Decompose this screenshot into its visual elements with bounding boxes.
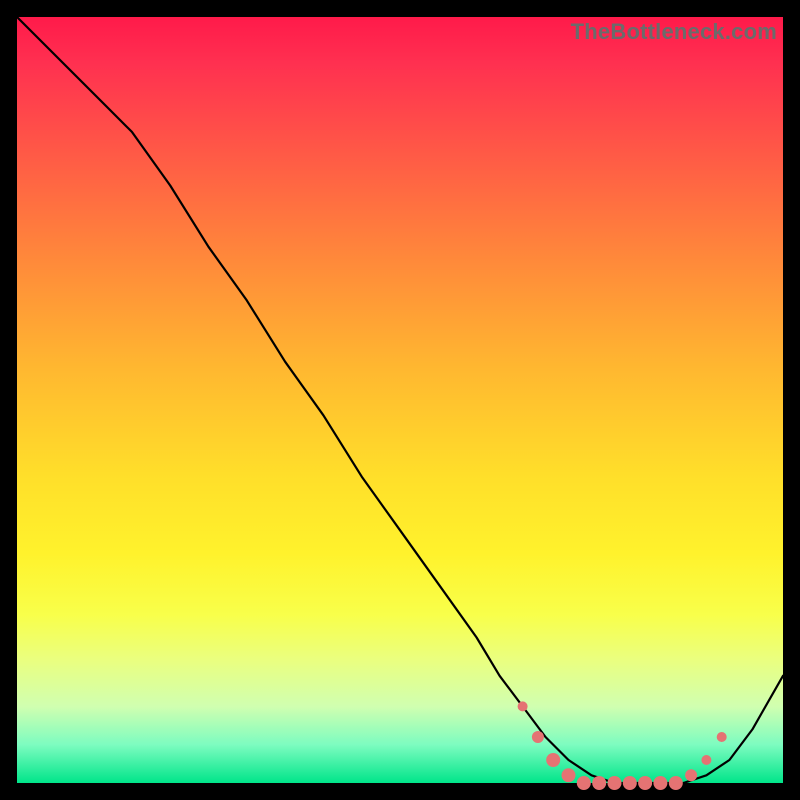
trough-dot bbox=[562, 768, 576, 782]
trough-dot bbox=[638, 776, 652, 790]
chart-frame: TheBottleneck.com bbox=[0, 0, 800, 800]
plot-area: TheBottleneck.com bbox=[17, 17, 783, 783]
trough-dot bbox=[717, 732, 727, 742]
curve-line bbox=[17, 17, 783, 783]
trough-dot bbox=[518, 701, 528, 711]
chart-overlay bbox=[17, 17, 783, 783]
trough-dot bbox=[532, 731, 544, 743]
trough-dots-group bbox=[518, 701, 727, 790]
trough-dot bbox=[577, 776, 591, 790]
trough-dot bbox=[592, 776, 606, 790]
trough-dot bbox=[685, 769, 697, 781]
trough-dot bbox=[669, 776, 683, 790]
trough-dot bbox=[623, 776, 637, 790]
trough-dot bbox=[608, 776, 622, 790]
trough-dot bbox=[653, 776, 667, 790]
trough-dot bbox=[701, 755, 711, 765]
trough-dot bbox=[546, 753, 560, 767]
